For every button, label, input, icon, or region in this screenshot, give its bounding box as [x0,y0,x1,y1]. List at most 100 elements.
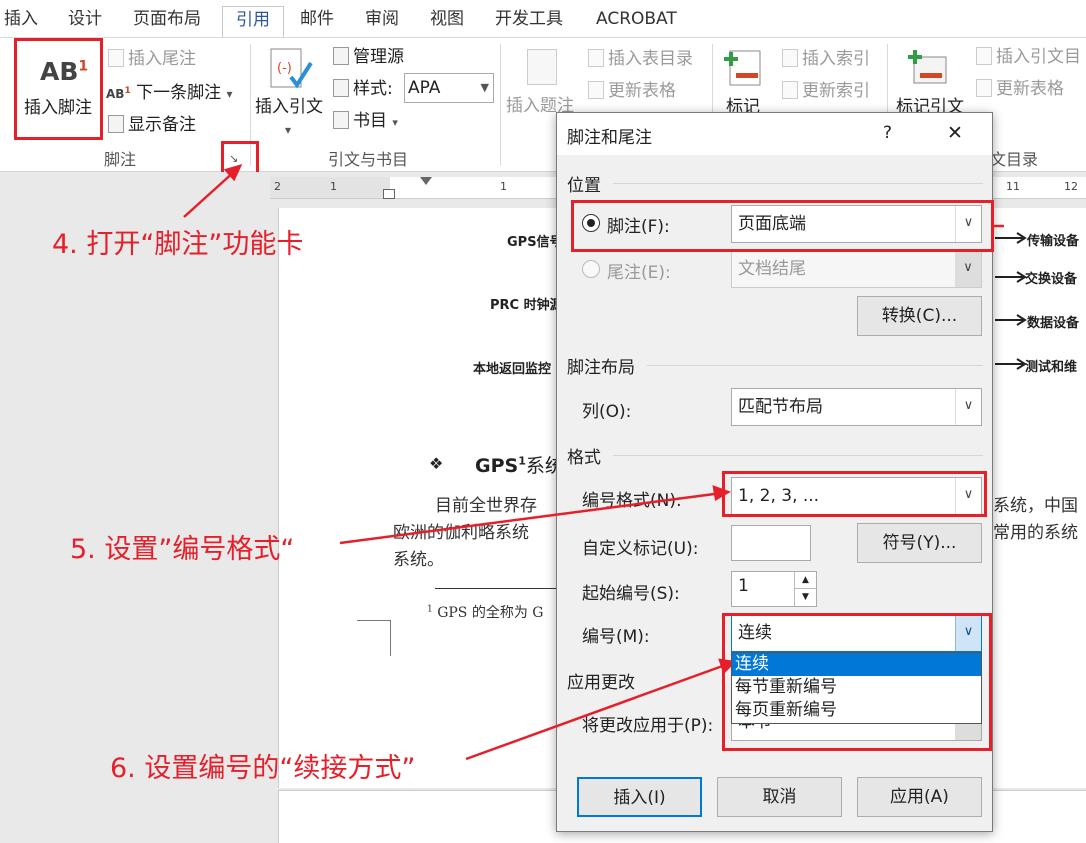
section-divider [613,183,983,184]
insert-toa-label: 插入引文目 [996,47,1081,67]
insert-endnote-label: 插入尾注 [128,49,196,69]
manage-sources-label: 管理源 [353,47,404,67]
insert-table-of-authorities-button[interactable]: 插入引文目 [976,46,1081,68]
option-continuous[interactable]: 连续 [732,653,981,676]
tab-review[interactable]: 审阅 [365,6,399,37]
start-at-label: 起始编号(S): [582,584,680,604]
next-footnote-icon: AB1 [106,86,131,101]
style-label: 样式: [333,78,393,100]
index-icon [782,49,798,67]
tab-references[interactable]: 引用 [222,6,284,37]
chevron-down-icon: ▼ [480,81,489,94]
apply-button[interactable]: 应用(A) [857,777,982,817]
chevron-down-icon: ▾ [392,116,398,129]
diagram-label: 测试和维 [1025,360,1078,375]
numbering-dropdown-list: 连续 每节重新编号 每页重新编号 [731,652,982,724]
start-at-spinner[interactable]: 1 ▲ ▼ [731,571,817,607]
endnote-radio-label[interactable]: 尾注(E): [607,258,671,283]
tab-design[interactable]: 设计 [68,6,102,37]
manage-sources-button[interactable]: 管理源 [333,46,404,68]
option-restart-each-page[interactable]: 每页重新编号 [732,699,981,722]
footnote-separator [435,588,565,589]
convert-button[interactable]: 转换(C)... [857,296,982,336]
update-index-button[interactable]: 更新索引 [782,80,870,102]
tab-mailings[interactable]: 邮件 [300,6,334,37]
highlight-footnote-position [571,200,994,252]
footnote-text: 1 GPS 的全称为 G [427,604,544,621]
help-icon[interactable]: ? [883,123,892,143]
paragraph-text: 常用的系统 [993,523,1078,543]
svg-text:(-): (-) [277,61,292,76]
columns-value: 匹配节布局 [738,397,823,417]
spin-up-icon[interactable]: ▲ [794,572,816,589]
diagram-label: 交换设备 [1025,272,1078,287]
tab-acrobat[interactable]: ACROBAT [596,6,677,37]
toa-group-label: 文目录 [990,150,1039,169]
insert-citation-label: 插入引文 [255,97,323,117]
chevron-down-icon: ▾ [285,123,292,137]
update-table-label: 更新表格 [608,81,676,101]
insert-table-of-figures-button[interactable]: 插入表目录 [588,48,693,70]
hanging-indent-marker[interactable] [383,189,395,199]
columns-select[interactable]: 匹配节布局 ∨ [731,388,982,426]
position-section-title: 位置 [567,176,601,196]
tab-view[interactable]: 视图 [430,6,464,37]
next-footnote-button[interactable]: AB1 下一条脚注 ▾ [106,80,233,105]
ruler-tick: 12 [1064,180,1078,193]
annotation-step5: 5. 设置”编号格式“ [70,534,295,565]
citation-icon: (-) [270,48,313,89]
style-select-value: APA [408,78,441,98]
tab-layout[interactable]: 页面布局 [133,6,201,37]
endnote-radio[interactable] [582,260,600,278]
diagram-label: GPS信号 [507,235,563,250]
diagram-label: 数据设备 [1027,316,1080,331]
insert-index-button[interactable]: 插入索引 [782,48,870,70]
show-notes-label: 显示备注 [128,115,196,135]
style-icon [333,79,349,97]
chevron-down-icon: ∨ [955,389,981,425]
dialog-titlebar: 脚注和尾注 ? ✕ [557,113,992,155]
insert-endnote-button[interactable]: 插入尾注 [108,48,196,70]
bibliography-button[interactable]: 书目 ▾ [333,110,398,134]
section-heading: GPS1系统 [475,454,564,477]
symbol-button[interactable]: 符号(Y)... [857,523,982,563]
tab-developer[interactable]: 开发工具 [495,6,563,37]
columns-label: 列(O): [582,402,632,422]
paragraph-text: 目前全世界存 [435,496,537,516]
first-line-indent-marker[interactable] [420,177,432,185]
citation-group-label: 引文与书目 [328,150,409,169]
insert-citation-button[interactable]: (-) 插入引文 ▾ [253,41,329,141]
dialog-title: 脚注和尾注 [567,128,652,148]
option-restart-each-section[interactable]: 每节重新编号 [732,676,981,699]
section-divider [647,365,983,366]
custom-mark-input[interactable] [731,525,811,561]
insert-button[interactable]: 插入(I) [577,777,702,817]
cancel-button[interactable]: 取消 [717,777,842,817]
numbering-label: 编号(M): [582,627,650,647]
highlight-insert-footnote [14,38,103,140]
start-at-value: 1 [738,576,749,596]
ruler-tick: 11 [1006,180,1020,193]
next-footnote-label: 下一条脚注 [136,83,222,103]
layout-section-title: 脚注布局 [567,358,635,378]
apply-section-title: 应用更改 [567,673,635,693]
table-of-figures-icon [588,49,604,67]
update-toa-button[interactable]: 更新表格 [976,78,1064,100]
close-icon[interactable]: ✕ [947,122,963,144]
footnote-group-label: 脚注 [104,150,137,169]
show-notes-button[interactable]: 显示备注 [108,114,196,136]
style-select[interactable]: APA ▼ [404,73,494,103]
tab-insert[interactable]: 插入 [4,6,38,37]
chevron-down-icon: ∨ [955,251,981,287]
spin-down-icon[interactable]: ▼ [794,589,816,606]
custom-mark-label: 自定义标记(U): [582,539,699,559]
endnote-location-select[interactable]: 文档结尾 ∨ [731,250,982,288]
mark-entry-icon [724,50,761,86]
paragraph-text: 系统，中国 [993,496,1078,516]
ribbon-tab-bar: 插入 设计 页面布局 引用 邮件 审阅 视图 开发工具 ACROBAT [0,0,1086,37]
update-table-button[interactable]: 更新表格 [588,80,676,102]
highlight-number-format [722,471,987,517]
bullet-icon: ❖ [429,454,444,473]
ruler-tick: 1 [500,180,507,193]
update-index-label: 更新索引 [802,81,870,101]
